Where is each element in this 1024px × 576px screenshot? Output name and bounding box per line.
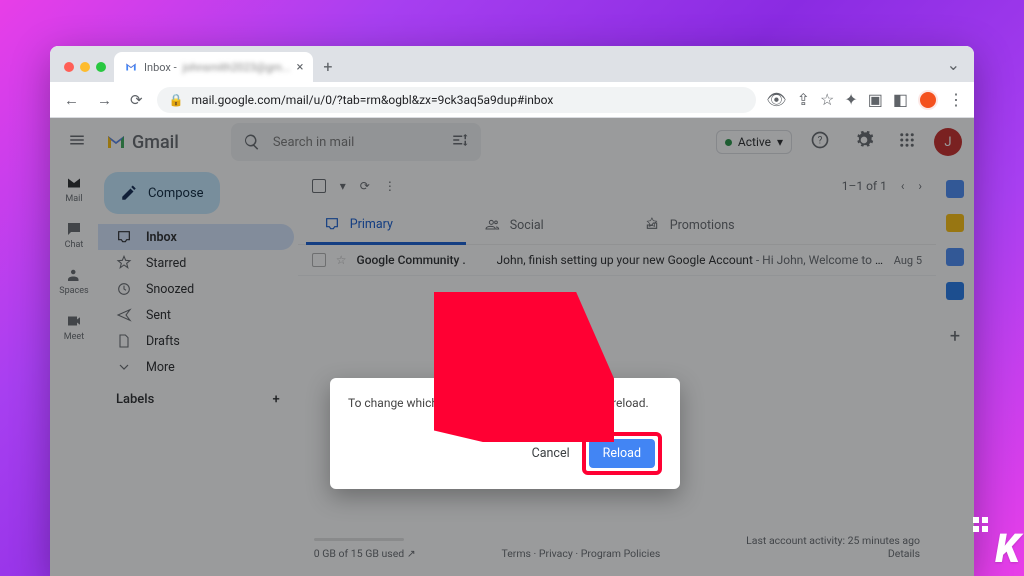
reload-highlight: Reload [582, 432, 662, 475]
bookmark-icon[interactable]: ☆ [820, 90, 834, 109]
minimize-window-icon[interactable] [80, 62, 90, 72]
lock-icon: 🔒 [169, 93, 184, 107]
browser-window: Inbox - johnsmith2023@gm... × + ⌄ ← → ⟳ … [50, 46, 974, 576]
reload-page-button[interactable]: ⟳ [126, 89, 147, 111]
cast-icon[interactable]: ▣ [868, 90, 883, 109]
forward-button[interactable]: → [93, 89, 116, 111]
close-tab-icon[interactable]: × [296, 60, 303, 75]
browser-menu-icon[interactable]: ⋮ [948, 90, 964, 109]
gmail-favicon-icon [124, 60, 138, 74]
url-field[interactable]: 🔒 mail.google.com/mail/u/0/?tab=rm&ogbl&… [157, 87, 757, 113]
window-controls[interactable] [60, 62, 114, 82]
maximize-window-icon[interactable] [96, 62, 106, 72]
gmail-app: Gmail Active ▾ ? [50, 118, 974, 576]
profile-avatar-icon[interactable] [918, 90, 938, 110]
reload-button[interactable]: Reload [589, 439, 655, 468]
url-text: mail.google.com/mail/u/0/?tab=rm&ogbl&zx… [192, 93, 554, 107]
share-icon[interactable]: ⇪ [797, 90, 810, 109]
sidepanel-toggle-icon[interactable]: ◧ [893, 90, 908, 109]
cancel-button[interactable]: Cancel [528, 440, 574, 467]
watermark: K [995, 525, 1018, 572]
tab-title: Inbox - [144, 61, 177, 74]
address-bar: ← → ⟳ 🔒 mail.google.com/mail/u/0/?tab=rm… [50, 82, 974, 118]
reload-dialog: To change which apps are visible, Gmail … [330, 378, 680, 489]
tabs-menu-icon[interactable]: ⌄ [947, 55, 974, 82]
tab-blurred-text: johnsmith2023@gm... [183, 61, 291, 74]
modal-overlay [50, 118, 974, 576]
new-tab-button[interactable]: + [313, 57, 342, 82]
back-button[interactable]: ← [60, 89, 83, 111]
eye-icon[interactable]: 👁 [766, 90, 786, 109]
extensions-icon[interactable]: ✦ [844, 90, 857, 109]
tab-bar: Inbox - johnsmith2023@gm... × + ⌄ [50, 46, 974, 82]
close-window-icon[interactable] [64, 62, 74, 72]
dialog-message: To change which apps are visible, Gmail … [348, 396, 662, 410]
browser-tab[interactable]: Inbox - johnsmith2023@gm... × [114, 52, 313, 82]
